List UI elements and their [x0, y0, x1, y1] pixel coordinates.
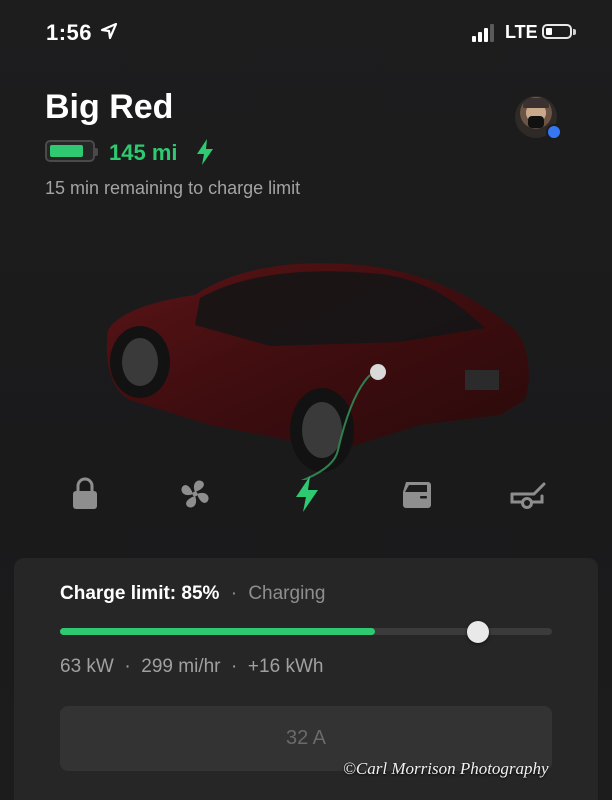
app-screen: 1:56 LTE Big Red 145 mi 15 min remaining… — [0, 0, 612, 800]
lock-icon — [71, 477, 99, 516]
cell-signal-icon — [472, 24, 496, 42]
climate-button[interactable] — [175, 476, 215, 516]
current-charge-fill — [60, 628, 375, 635]
lightning-bolt-icon — [294, 475, 320, 517]
separator-dot: · — [230, 583, 238, 604]
status-time: 1:56 — [46, 20, 93, 45]
range-readout: 145 mi — [109, 140, 178, 165]
vehicle-name[interactable]: Big Red — [45, 88, 173, 127]
battery-low-icon — [542, 24, 576, 39]
charge-limit-label: Charge limit: 85% — [60, 583, 220, 604]
network-type: LTE — [505, 22, 538, 42]
lock-button[interactable] — [65, 476, 105, 516]
notification-badge — [546, 124, 562, 140]
frunk-button[interactable] — [397, 476, 437, 516]
charge-time-remaining: 15 min remaining to charge limit — [45, 178, 301, 198]
charging-stats: 63 kW · 299 mi/hr · +16 kWh — [60, 656, 324, 677]
location-arrow-icon — [100, 22, 118, 45]
vehicle-image — [106, 263, 529, 480]
open-trunk-icon — [508, 478, 548, 515]
lightning-bolt-icon — [195, 139, 215, 170]
charging-state: Charging — [248, 583, 326, 604]
fan-icon — [177, 476, 213, 517]
charge-status-line: Charge limit: 85% · Charging — [60, 583, 325, 605]
charging-button[interactable] — [287, 475, 327, 517]
car-door-icon — [400, 478, 434, 515]
vehicle-battery-icon — [45, 140, 98, 162]
photo-watermark: ©Carl Morrison Photography — [343, 759, 549, 778]
trunk-button[interactable] — [508, 476, 548, 516]
